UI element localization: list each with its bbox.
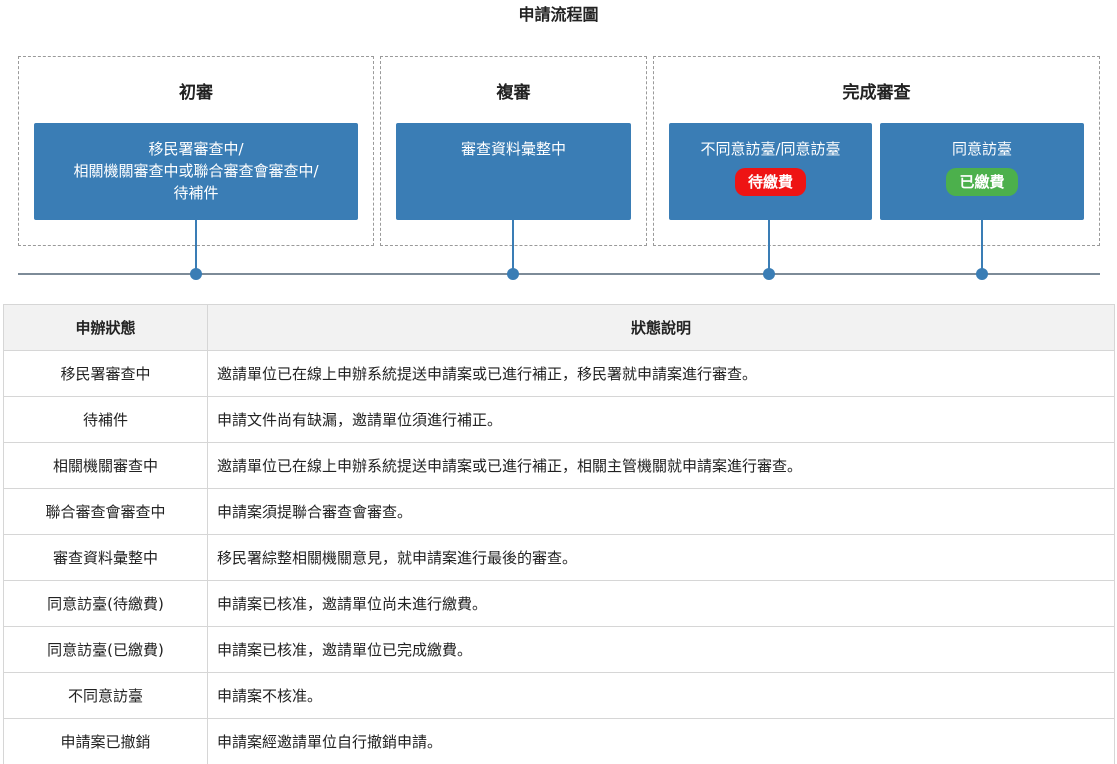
description-cell: 申請案經邀請單位自行撤銷申請。	[207, 718, 1115, 764]
table-row: 待補件 申請文件尚有缺漏，邀請單位須進行補正。	[3, 396, 1115, 443]
process-box-second-review: 審查資料彙整中	[396, 123, 631, 220]
table-row: 相關機關審查中 邀請單位已在線上申辦系統提送申請案或已進行補正，相關主管機關就申…	[3, 442, 1115, 489]
header-status: 申辦狀態	[3, 304, 208, 351]
status-cell: 同意訪臺(待繳費)	[3, 580, 208, 627]
status-table: 申辦狀態 狀態說明 移民署審查中 邀請單位已在線上申辦系統提送申請案或已進行補正…	[3, 304, 1115, 764]
timeline-dot	[976, 268, 988, 280]
box-line: 相關機關審查中或聯合審查會審查中/	[73, 162, 319, 180]
status-cell: 相關機關審查中	[3, 442, 208, 489]
status-cell: 移民署審查中	[3, 350, 208, 397]
table-row: 移民署審查中 邀請單位已在線上申辦系統提送申請案或已進行補正，移民署就申請案進行…	[3, 350, 1115, 397]
description-cell: 申請案不核准。	[207, 672, 1115, 719]
timeline-dot	[507, 268, 519, 280]
table-row: 同意訪臺(待繳費) 申請案已核准，邀請單位尚未進行繳費。	[3, 580, 1115, 627]
connector-line	[768, 220, 770, 274]
box-line: 不同意訪臺/同意訪臺	[700, 140, 841, 158]
description-cell: 移民署綜整相關機關意見，就申請案進行最後的審查。	[207, 534, 1115, 581]
box-line: 待補件	[173, 184, 219, 202]
table-row: 申請案已撤銷 申請案經邀請單位自行撤銷申請。	[3, 718, 1115, 764]
description-cell: 申請案已核准，邀請單位已完成繳費。	[207, 626, 1115, 673]
status-cell: 聯合審查會審查中	[3, 488, 208, 535]
page-title: 申請流程圖	[518, 5, 599, 24]
box-line: 同意訪臺	[951, 140, 1012, 158]
description-cell: 邀請單位已在線上申辦系統提送申請案或已進行補正，移民署就申請案進行審查。	[207, 350, 1115, 397]
box-line: 審查資料彙整中	[460, 140, 566, 158]
table-row: 同意訪臺(已繳費) 申請案已核准，邀請單位已完成繳費。	[3, 626, 1115, 673]
header-description: 狀態說明	[207, 304, 1115, 351]
description-cell: 申請案須提聯合審查會審查。	[207, 488, 1115, 535]
status-cell: 同意訪臺(已繳費)	[3, 626, 208, 673]
table-row: 不同意訪臺 申請案不核准。	[3, 672, 1115, 719]
connector-line	[195, 220, 197, 274]
status-cell: 審查資料彙整中	[3, 534, 208, 581]
connector-line	[981, 220, 983, 274]
description-cell: 申請案已核准，邀請單位尚未進行繳費。	[207, 580, 1115, 627]
status-cell: 申請案已撤銷	[3, 718, 208, 764]
table-row: 審查資料彙整中 移民署綜整相關機關意見，就申請案進行最後的審查。	[3, 534, 1115, 581]
badge-pending-payment: 待繳費	[734, 168, 806, 196]
timeline-dot	[190, 268, 202, 280]
connector-line	[512, 220, 514, 274]
timeline-dot	[763, 268, 775, 280]
description-cell: 申請文件尚有缺漏，邀請單位須進行補正。	[207, 396, 1115, 443]
status-cell: 待補件	[3, 396, 208, 443]
process-box-first-review: 移民署審查中/ 相關機關審查中或聯合審查會審查中/ 待補件	[34, 123, 358, 220]
stage-title-complete: 完成審查	[842, 83, 911, 103]
table-row: 聯合審查會審查中 申請案須提聯合審查會審查。	[3, 488, 1115, 535]
box-line: 移民署審查中/	[148, 140, 244, 158]
process-box-agree: 同意訪臺 已繳費	[880, 123, 1084, 220]
badge-paid: 已繳費	[946, 168, 1018, 196]
status-cell: 不同意訪臺	[3, 672, 208, 719]
description-cell: 邀請單位已在線上申辦系統提送申請案或已進行補正，相關主管機關就申請案進行審查。	[207, 442, 1115, 489]
table-header-row: 申辦狀態 狀態說明	[3, 304, 1115, 351]
process-box-disagree-agree: 不同意訪臺/同意訪臺 待繳費	[669, 123, 872, 220]
stage-title-first: 初審	[179, 83, 213, 103]
stage-title-second: 複審	[496, 83, 531, 103]
timeline-line	[18, 273, 1100, 275]
